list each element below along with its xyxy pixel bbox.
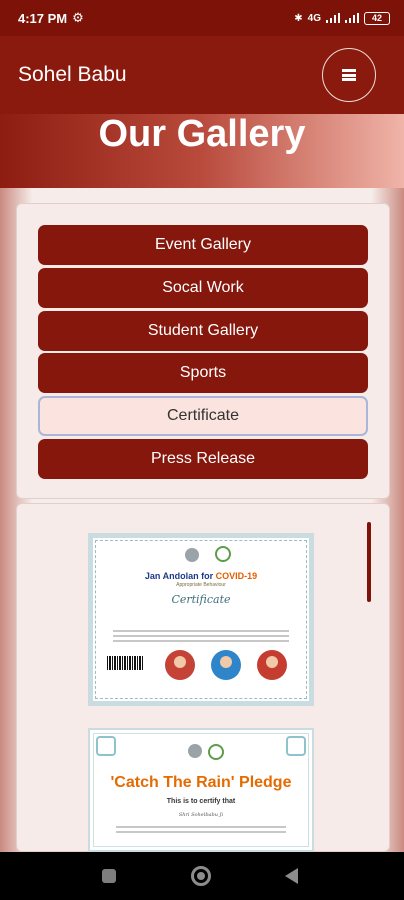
status-right: ✱ 4G 42: [294, 11, 390, 25]
corner-ornament-icon: [96, 736, 116, 756]
handwash-icon: [211, 650, 241, 680]
signal-icon: [326, 13, 340, 23]
text-line: [113, 640, 289, 642]
certificate-thumbnail-catch-the-rain[interactable]: 'Catch The Rain' Pledge This is to certi…: [88, 728, 314, 852]
home-icon[interactable]: [191, 866, 211, 886]
barcode-icon: [107, 656, 143, 670]
certificate-thumbnail-covid[interactable]: Jan Andolan for COVID-19 Appropriate Beh…: [88, 533, 314, 706]
emblem-icon: [185, 548, 199, 562]
network-label: 4G: [307, 12, 321, 24]
text-line: [116, 826, 286, 828]
student-gallery-button[interactable]: Student Gallery: [38, 310, 368, 351]
hero-banner: Our Gallery: [0, 114, 404, 188]
certificate-title: Jan Andolan for COVID-19: [144, 571, 258, 581]
page-title: Our Gallery: [98, 113, 306, 155]
menu-button[interactable]: [322, 48, 376, 102]
back-icon[interactable]: [285, 868, 298, 884]
pledge-title: 'Catch The Rain' Pledge: [110, 774, 292, 791]
pledge-subtitle: This is to certify that: [166, 798, 236, 805]
brand-title[interactable]: Sohel Babu: [18, 63, 127, 87]
certificate-subtitle: Appropriate Behaviour: [176, 582, 226, 588]
corner-ornament-icon: [286, 736, 306, 756]
app-header: Sohel Babu: [0, 36, 404, 114]
press-release-button[interactable]: Press Release: [38, 438, 368, 479]
sports-button[interactable]: Sports: [38, 353, 368, 394]
certificate-button[interactable]: Certificate: [38, 396, 368, 437]
pledge-salutation: Shri Sohelbabu Ji: [178, 812, 224, 818]
text-line: [116, 831, 286, 833]
signal-icon-2: [345, 13, 359, 23]
logo-icon: [215, 546, 231, 562]
status-bar: 4:17 PM ⚙ ✱ 4G 42: [0, 0, 404, 36]
system-nav-bar: [0, 852, 404, 900]
settings-icon: ⚙: [72, 10, 84, 25]
scrollbar[interactable]: [367, 522, 371, 602]
gallery-menu: Event Gallery Socal Work Student Gallery…: [38, 225, 368, 482]
status-left: 4:17 PM ⚙: [18, 10, 84, 26]
event-gallery-button[interactable]: Event Gallery: [38, 225, 368, 265]
bluetooth-icon: ✱: [294, 12, 303, 24]
social-work-button[interactable]: Socal Work: [38, 267, 368, 308]
certificate-heading: Certificate: [171, 593, 231, 606]
text-line: [113, 635, 289, 637]
hamburger-icon: [342, 69, 356, 81]
person-mask-icon: [165, 650, 195, 680]
distance-icon: [257, 650, 287, 680]
text-line: [113, 630, 289, 632]
logo-icon: [208, 744, 224, 760]
status-time: 4:17 PM: [18, 10, 68, 26]
emblem-icon: [188, 744, 202, 758]
battery-icon: 42: [364, 11, 390, 25]
recent-apps-icon[interactable]: [102, 869, 116, 883]
